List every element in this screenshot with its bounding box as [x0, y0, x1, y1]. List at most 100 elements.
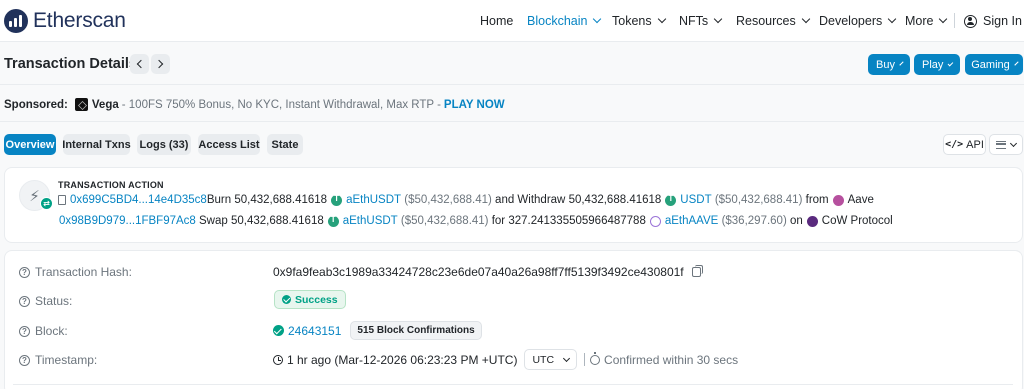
- action-line-swap: 0x98B9D979...1FBF97Ac8 Swap 50,432,688.4…: [59, 215, 893, 228]
- page-title: Transaction Details: [4, 56, 137, 72]
- chevron-down-icon: [939, 14, 948, 24]
- action-connector: from: [805, 194, 829, 206]
- hash-value-row: 0x9fa9feab3c1989a33424728c23e6de07a40a26…: [273, 265, 703, 279]
- view-options-button[interactable]: [989, 134, 1023, 155]
- next-transaction-button[interactable]: [151, 54, 170, 74]
- chevron-right-icon: [154, 59, 164, 69]
- block-value-row: 24643151 515 Block Confirmations: [273, 321, 482, 340]
- gaming-button[interactable]: Gaming: [965, 54, 1023, 75]
- status-label-row: ? Status:: [19, 294, 72, 308]
- swap-badge-icon: ⇄: [40, 197, 53, 210]
- action-verb: Swap: [199, 215, 228, 227]
- contract-address-link[interactable]: 0x98B9D979...1FBF97Ac8: [59, 215, 196, 227]
- gaming-label: Gaming: [971, 58, 1010, 71]
- timestamp-value-row: 1 hr ago (Mar-12-2026 06:23:23 PM +UTC) U…: [273, 349, 738, 370]
- status-text: Success: [295, 293, 338, 306]
- usd-value: ($36,297.60): [721, 215, 787, 227]
- status-label: Status:: [35, 294, 73, 308]
- check-circle-icon: [273, 325, 284, 336]
- nav-resources-label: Resources: [736, 14, 796, 28]
- action-verb: Burn: [206, 194, 232, 206]
- timestamp-label: Timestamp:: [35, 353, 98, 367]
- code-icon: </>: [945, 139, 964, 150]
- nav-home[interactable]: Home: [480, 14, 513, 28]
- question-circle-icon[interactable]: ?: [19, 266, 30, 278]
- question-circle-icon[interactable]: ?: [19, 295, 30, 307]
- section-divider: [0, 84, 1024, 85]
- nav-more-label: More: [905, 14, 934, 28]
- previous-transaction-button[interactable]: [130, 54, 149, 74]
- tab-logs[interactable]: Logs (33): [137, 134, 191, 155]
- hash-label: Transaction Hash:: [35, 265, 132, 279]
- chevron-down-icon: [1009, 139, 1018, 147]
- chevron-down-icon: [593, 14, 602, 24]
- tab-state[interactable]: State: [267, 134, 303, 155]
- row-divider: [13, 384, 1013, 385]
- chevron-down-icon: [899, 60, 904, 66]
- play-button[interactable]: Play: [914, 54, 960, 75]
- block-label: Block:: [35, 324, 68, 338]
- api-label: API: [966, 138, 984, 151]
- tab-overview[interactable]: Overview: [4, 134, 56, 155]
- clock-icon: [273, 354, 283, 365]
- block-label-row: ? Block:: [19, 324, 68, 338]
- sponsor-text: - 100FS 750% Bonus, No KYC, Instant With…: [121, 98, 441, 111]
- check-circle-icon: [282, 295, 291, 304]
- api-button[interactable]: </> API: [943, 134, 986, 155]
- nav-nfts[interactable]: NFTs: [679, 14, 723, 28]
- chevron-down-icon: [801, 14, 810, 24]
- aave-protocol-icon: [832, 194, 844, 206]
- sponsor-cta-link[interactable]: PLAY NOW: [444, 99, 505, 111]
- token-link-aethusdt[interactable]: aEthUSDT: [346, 194, 401, 206]
- etherscan-logo-icon: [4, 9, 28, 33]
- vega-logo-icon: [74, 98, 88, 111]
- aave-token-icon: [649, 215, 661, 227]
- cow-protocol-icon: [806, 215, 818, 227]
- block-number-link[interactable]: 24643151: [288, 324, 341, 338]
- usd-value: ($50,432,688.41): [714, 194, 803, 206]
- contract-address-link[interactable]: 0x699C5BD4...14e4D35c8: [70, 194, 207, 206]
- token-link-usdt[interactable]: USDT: [680, 194, 711, 206]
- vertical-divider: [584, 353, 586, 366]
- stopwatch-icon: [590, 351, 601, 365]
- amount-value: 327.241335505966487788: [508, 215, 646, 227]
- timestamp-label-row: ? Timestamp:: [19, 353, 97, 367]
- question-circle-icon[interactable]: ?: [19, 354, 30, 366]
- action-connector: and Withdraw: [495, 194, 566, 206]
- usd-value: ($50,432,688.41): [404, 194, 492, 206]
- etherscan-logo[interactable]: Etherscan: [4, 9, 126, 33]
- buy-button[interactable]: Buy: [868, 54, 910, 75]
- hash-label-row: ? Transaction Hash:: [19, 265, 132, 279]
- contract-document-icon: [58, 195, 66, 205]
- timestamp-value: 1 hr ago (Mar-12-2026 06:23:23 PM +UTC): [287, 352, 518, 367]
- chevron-down-icon: [657, 14, 666, 24]
- nav-divider: [954, 13, 955, 28]
- timezone-select[interactable]: UTC: [524, 349, 578, 370]
- sponsor-brand: Vega: [91, 98, 119, 111]
- nav-tokens-label: Tokens: [612, 14, 652, 28]
- user-circle-icon: [964, 14, 977, 28]
- sponsored-label: Sponsored:: [4, 98, 68, 111]
- copy-icon[interactable]: [691, 265, 703, 277]
- chevron-down-icon: [1014, 60, 1019, 66]
- action-connector: on: [789, 215, 803, 227]
- tab-access-list[interactable]: Access List: [198, 134, 260, 155]
- nav-blockchain[interactable]: Blockchain: [527, 14, 602, 28]
- transaction-action-title: TRANSACTION ACTION: [58, 180, 164, 190]
- timezone-value: UTC: [532, 353, 555, 366]
- token-link-aethaave[interactable]: aEthAAVE: [665, 215, 719, 227]
- sign-in-link[interactable]: Sign In: [964, 14, 1022, 28]
- confirmations-badge: 515 Block Confirmations: [350, 321, 482, 340]
- nav-tokens[interactable]: Tokens: [612, 14, 666, 28]
- action-line-burn: 0x699C5BD4...14e4D35c8 Burn 50,432,688.4…: [58, 194, 874, 206]
- token-link-aethusdt[interactable]: aEthUSDT: [343, 215, 398, 227]
- sign-in-label: Sign In: [983, 14, 1022, 28]
- nav-developers[interactable]: Developers: [819, 14, 897, 28]
- chevron-down-icon: [713, 14, 723, 24]
- question-circle-icon[interactable]: ?: [19, 325, 30, 337]
- play-label: Play: [922, 58, 944, 71]
- usd-value: ($50,432,688.41): [400, 215, 489, 227]
- nav-more[interactable]: More: [905, 14, 948, 28]
- nav-resources[interactable]: Resources: [736, 14, 810, 28]
- tab-internal-txns[interactable]: Internal Txns: [62, 134, 131, 155]
